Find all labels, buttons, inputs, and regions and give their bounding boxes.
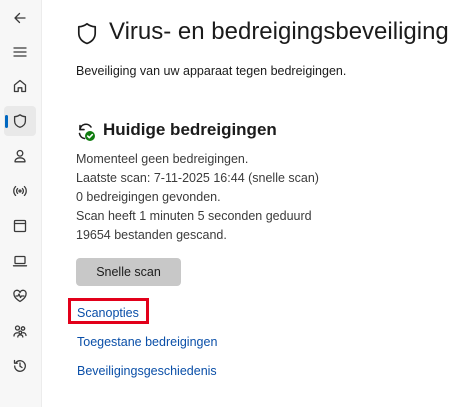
home-icon	[13, 79, 27, 93]
menu-icon	[13, 47, 27, 57]
heart-pulse-icon	[13, 289, 27, 303]
quick-scan-button[interactable]: Snelle scan	[76, 258, 181, 286]
files-scanned-line: 19654 bestanden gescand.	[76, 228, 227, 242]
scan-options-link[interactable]: Scanopties	[77, 306, 139, 320]
scan-duration-line: Scan heeft 1 minuten 5 seconden geduurd	[76, 209, 312, 223]
shield-check-icon	[76, 122, 96, 142]
page-shield-icon	[76, 22, 98, 46]
threats-found-line: 0 bedreigingen gevonden.	[76, 190, 221, 204]
app-browser-icon	[13, 219, 27, 233]
page-subtitle: Beveiliging van uw apparaat tegen bedrei…	[76, 64, 347, 78]
status-line: Momenteel geen bedreigingen.	[76, 152, 249, 166]
nav-protection-history[interactable]	[4, 351, 36, 381]
main-content: Virus- en bedreigingsbeveiliging Beveili…	[42, 0, 475, 407]
nav-family-options[interactable]	[4, 316, 36, 346]
nav-home[interactable]	[4, 71, 36, 101]
laptop-icon	[12, 255, 28, 267]
nav-account-protection[interactable]	[4, 141, 36, 171]
protection-history-link[interactable]: Beveiligingsgeschiedenis	[77, 364, 217, 378]
navigation-rail	[0, 0, 42, 407]
active-indicator	[5, 115, 8, 128]
nav-app-browser-control[interactable]	[4, 211, 36, 241]
nav-device-security[interactable]	[4, 246, 36, 276]
shield-icon	[13, 114, 27, 128]
family-icon	[13, 325, 27, 338]
menu-button[interactable]	[4, 37, 36, 67]
threat-status: Momenteel geen bedreigingen. Laatste sca…	[76, 150, 319, 245]
nav-virus-protection[interactable]	[4, 106, 36, 136]
nav-firewall[interactable]	[4, 176, 36, 206]
windows-security-window: Virus- en bedreigingsbeveiliging Beveili…	[0, 0, 475, 407]
history-icon	[13, 359, 26, 372]
account-icon	[14, 149, 26, 163]
wireless-icon	[13, 185, 27, 197]
back-icon	[14, 12, 26, 24]
allowed-threats-link[interactable]: Toegestane bedreigingen	[77, 335, 217, 349]
page-title: Virus- en bedreigingsbeveiliging	[109, 18, 449, 45]
last-scan-line: Laatste scan: 7-11-2025 16:44 (snelle sc…	[76, 171, 319, 185]
back-button[interactable]	[4, 3, 36, 33]
nav-device-performance[interactable]	[4, 281, 36, 311]
section-title-current-threats: Huidige bedreigingen	[103, 120, 277, 139]
